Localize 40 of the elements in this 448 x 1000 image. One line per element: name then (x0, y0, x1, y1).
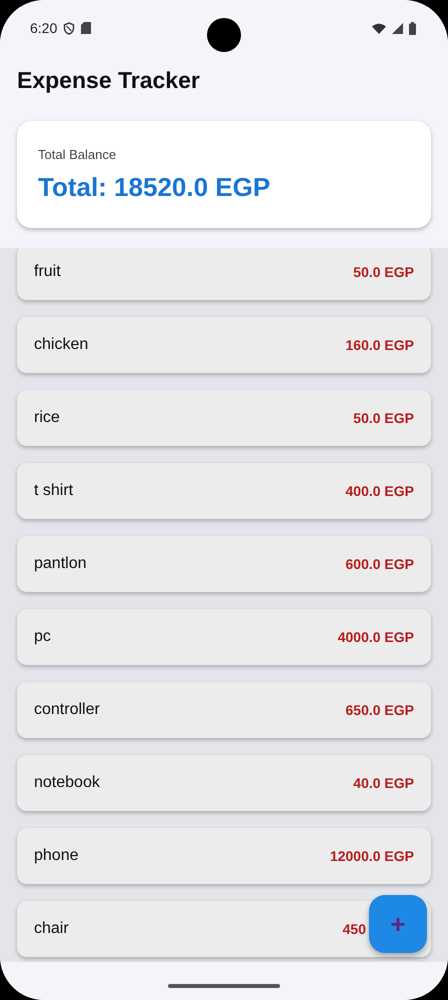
home-indicator[interactable] (168, 984, 280, 988)
expense-amount: 50.0 EGP (353, 264, 414, 280)
expense-name: fruit (34, 263, 61, 281)
expense-row[interactable]: pantlon 600.0 EGP (17, 536, 431, 592)
balance-total: Total: 18520.0 EGP (38, 172, 272, 202)
expense-name: notebook (34, 774, 100, 792)
expense-row[interactable]: chicken 160.0 EGP (17, 317, 431, 373)
shield-icon (63, 22, 76, 34)
battery-icon (409, 22, 416, 34)
expense-amount: 650.0 EGP (346, 702, 414, 718)
expense-amount: 12000.0 EGP (330, 848, 414, 864)
expense-amount: 400.0 EGP (346, 483, 414, 499)
expense-name: chair (34, 920, 69, 938)
expense-name: rice (34, 409, 60, 427)
expense-name: t shirt (34, 482, 74, 500)
expense-name: pantlon (34, 555, 86, 573)
expense-name: phone (34, 847, 78, 865)
expense-amount: 40.0 EGP (353, 775, 414, 791)
expense-amount: 50.0 EGP (353, 410, 414, 426)
expense-amount: 600.0 EGP (346, 556, 414, 572)
camera-cutout (207, 18, 241, 52)
expense-row[interactable]: phone 12000.0 EGP (17, 828, 431, 884)
sim-card-icon (81, 22, 92, 34)
expense-row[interactable]: fruit 50.0 EGP (17, 248, 431, 300)
expense-amount: 160.0 EGP (346, 337, 414, 353)
expense-row[interactable]: notebook 40.0 EGP (17, 755, 431, 811)
expense-row[interactable]: t shirt 400.0 EGP (17, 463, 431, 519)
expense-amount: 450 (342, 921, 366, 937)
expense-row[interactable]: pc 4000.0 EGP (17, 609, 431, 665)
wifi-icon (372, 22, 386, 34)
signal-icon (392, 22, 403, 34)
expense-name: controller (34, 701, 100, 719)
balance-label: Total Balance (38, 146, 118, 162)
expense-row[interactable]: rice 50.0 EGP (17, 390, 431, 446)
expense-name: chicken (34, 336, 88, 354)
status-time: 6:20 (30, 20, 58, 36)
expense-name: pc (34, 628, 51, 646)
app-title: Expense Tracker (17, 66, 201, 95)
expense-row[interactable]: controller 650.0 EGP (17, 682, 431, 738)
expense-amount: 4000.0 EGP (338, 629, 414, 645)
